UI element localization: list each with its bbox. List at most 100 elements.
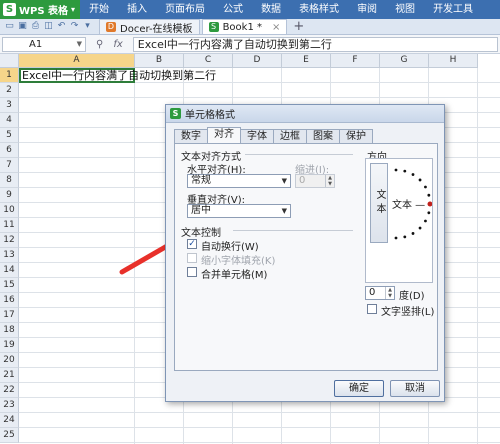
dial-tick[interactable] bbox=[427, 193, 431, 197]
row-header-19[interactable]: 19 bbox=[0, 338, 19, 353]
column-header-c[interactable]: C bbox=[184, 54, 233, 68]
column-header-b[interactable]: B bbox=[135, 54, 184, 68]
new-tab-button[interactable]: + bbox=[293, 19, 304, 34]
cancel-button[interactable]: 取消 bbox=[390, 380, 440, 397]
save-icon[interactable]: ▣ bbox=[17, 21, 28, 32]
vertical-align-select[interactable]: 居中 ▼ bbox=[187, 204, 291, 218]
row-header-7[interactable]: 7 bbox=[0, 158, 19, 173]
zoom-icon[interactable]: ⚲ bbox=[96, 39, 103, 50]
indent-stepper[interactable]: 0 ▲ ▼ bbox=[295, 174, 335, 188]
dial-tick[interactable] bbox=[411, 232, 415, 235]
undo-icon[interactable]: ↶ bbox=[56, 21, 67, 32]
dial-tick[interactable] bbox=[403, 235, 407, 239]
menu-review[interactable]: 审阅 bbox=[348, 0, 386, 19]
wps-logo-icon: S bbox=[3, 3, 16, 16]
menu-view[interactable]: 视图 bbox=[386, 0, 424, 19]
vertical-text-button[interactable]: 文本 bbox=[370, 163, 388, 243]
formula-input[interactable]: Excel中一行内容满了自动切换到第二行 bbox=[132, 36, 498, 52]
row-header-1[interactable]: 1 bbox=[0, 68, 19, 83]
row-header-16[interactable]: 16 bbox=[0, 293, 19, 308]
menu-table-style[interactable]: 表格样式 bbox=[290, 0, 348, 19]
dial-tick[interactable] bbox=[394, 168, 398, 172]
horizontal-align-select[interactable]: 常规 ▼ bbox=[187, 174, 291, 188]
orientation-text-label: 文本 — bbox=[392, 200, 426, 211]
menu-insert[interactable]: 插入 bbox=[118, 0, 156, 19]
function-icon[interactable]: fx bbox=[113, 39, 122, 50]
vertical-text-checkbox[interactable] bbox=[367, 304, 377, 314]
row-header-8[interactable]: 8 bbox=[0, 173, 19, 188]
row-header-11[interactable]: 11 bbox=[0, 218, 19, 233]
customize-icon[interactable]: ▾ bbox=[82, 21, 93, 32]
row-header-22[interactable]: 22 bbox=[0, 383, 19, 398]
dial-tick[interactable] bbox=[418, 226, 422, 230]
open-folder-icon[interactable]: ▭ bbox=[4, 21, 15, 32]
row-header-2[interactable]: 2 bbox=[0, 83, 19, 98]
dial-tick[interactable] bbox=[411, 173, 415, 176]
row-header-21[interactable]: 21 bbox=[0, 368, 19, 383]
row-header-3[interactable]: 3 bbox=[0, 98, 19, 113]
row-header-12[interactable]: 12 bbox=[0, 233, 19, 248]
menu-developer[interactable]: 开发工具 bbox=[424, 0, 482, 19]
row-header-24[interactable]: 24 bbox=[0, 413, 19, 428]
menu-home[interactable]: 开始 bbox=[80, 0, 118, 19]
menu-page-layout[interactable]: 页面布局 bbox=[156, 0, 214, 19]
shrink-to-fit-checkbox[interactable] bbox=[187, 253, 197, 263]
dial-tick[interactable] bbox=[418, 178, 422, 182]
name-box[interactable]: A1 ▼ bbox=[2, 36, 86, 52]
vertical-text-label[interactable]: 文字竖排(L) bbox=[381, 303, 434, 318]
tab-book1[interactable]: S Book1 * × bbox=[201, 19, 288, 34]
row-header-18[interactable]: 18 bbox=[0, 323, 19, 338]
row-header-17[interactable]: 17 bbox=[0, 308, 19, 323]
shrink-to-fit-label[interactable]: 缩小字体填充(K) bbox=[201, 252, 275, 267]
row-header-25[interactable]: 25 bbox=[0, 428, 19, 443]
ok-button[interactable]: 确定 bbox=[334, 380, 384, 397]
row-header-14[interactable]: 14 bbox=[0, 263, 19, 278]
print-icon[interactable]: ⎙ bbox=[30, 21, 41, 32]
tab-protection[interactable]: 保护 bbox=[339, 129, 373, 143]
chevron-down-icon[interactable]: ▼ bbox=[77, 40, 82, 48]
dialog-title-bar[interactable]: S 单元格格式 bbox=[166, 105, 444, 123]
row-header-20[interactable]: 20 bbox=[0, 353, 19, 368]
dial-tick[interactable] bbox=[424, 219, 427, 223]
tab-font[interactable]: 字体 bbox=[240, 129, 274, 143]
row-header-23[interactable]: 23 bbox=[0, 398, 19, 413]
dial-tick[interactable] bbox=[403, 169, 407, 173]
redo-icon[interactable]: ↷ bbox=[69, 21, 80, 32]
row-header-15[interactable]: 15 bbox=[0, 278, 19, 293]
column-header-e[interactable]: E bbox=[282, 54, 331, 68]
merge-cells-checkbox[interactable] bbox=[187, 267, 197, 277]
menu-data[interactable]: 数据 bbox=[252, 0, 290, 19]
row-header-5[interactable]: 5 bbox=[0, 128, 19, 143]
column-header-h[interactable]: H bbox=[429, 54, 478, 68]
dial-tick[interactable] bbox=[424, 185, 427, 189]
degrees-stepper[interactable]: 0 ▲ ▼ bbox=[365, 286, 395, 300]
cell-a1[interactable]: Excel中一行内容满了自动切换到第二行 bbox=[19, 68, 216, 83]
dial-tick[interactable] bbox=[394, 236, 398, 240]
ribbon-bar: S WPS 表格 ▾ 开始 插入 页面布局 公式 数据 表格样式 审阅 视图 开… bbox=[0, 0, 500, 19]
app-menu-button[interactable]: S WPS 表格 ▾ bbox=[0, 0, 81, 19]
column-header-a[interactable]: A bbox=[19, 54, 135, 68]
column-header-f[interactable]: F bbox=[331, 54, 380, 68]
wrap-text-label[interactable]: 自动换行(W) bbox=[201, 238, 259, 253]
row-header-10[interactable]: 10 bbox=[0, 203, 19, 218]
dial-tick[interactable] bbox=[427, 211, 431, 215]
row-header-4[interactable]: 4 bbox=[0, 113, 19, 128]
tab-alignment[interactable]: 对齐 bbox=[207, 127, 241, 143]
tab-pattern[interactable]: 图案 bbox=[306, 129, 340, 143]
dial-tick[interactable] bbox=[427, 201, 433, 207]
merge-cells-label[interactable]: 合并单元格(M) bbox=[201, 266, 267, 281]
preview-icon[interactable]: ◫ bbox=[43, 21, 54, 32]
menu-formula[interactable]: 公式 bbox=[214, 0, 252, 19]
tab-number[interactable]: 数字 bbox=[174, 129, 208, 143]
orientation-control[interactable]: 文本 文本 — bbox=[365, 158, 433, 283]
column-header-d[interactable]: D bbox=[233, 54, 282, 68]
wrap-text-checkbox[interactable]: ✓ bbox=[187, 239, 197, 249]
column-header-g[interactable]: G bbox=[380, 54, 429, 68]
row-header-6[interactable]: 6 bbox=[0, 143, 19, 158]
row-header-9[interactable]: 9 bbox=[0, 188, 19, 203]
select-all-corner[interactable] bbox=[0, 54, 19, 68]
tab-border[interactable]: 边框 bbox=[273, 129, 307, 143]
row-header-13[interactable]: 13 bbox=[0, 248, 19, 263]
close-icon[interactable]: × bbox=[272, 22, 280, 33]
tab-docer[interactable]: D Docer-在线模板 bbox=[99, 19, 200, 35]
